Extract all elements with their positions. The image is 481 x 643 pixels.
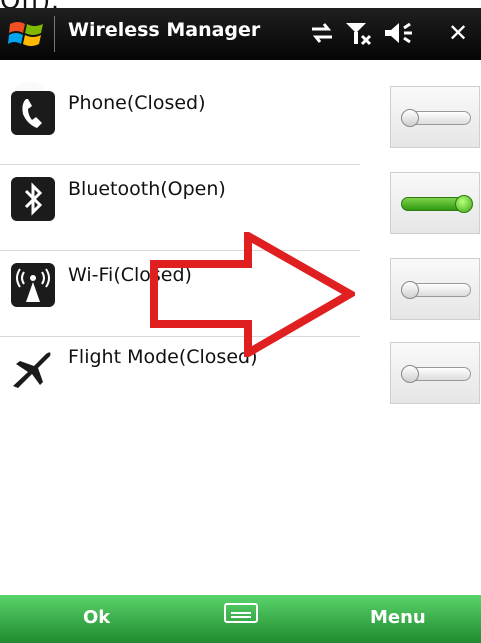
airplane-icon <box>13 352 51 388</box>
bluetooth-icon <box>11 177 55 221</box>
phone-icon <box>11 91 55 135</box>
row-label: Bluetooth(Open) <box>68 178 226 200</box>
list-item-phone: Phone(Closed) <box>0 78 481 164</box>
volume-icon[interactable] <box>382 20 416 46</box>
app-title: Wireless Manager <box>68 19 261 41</box>
annotation-arrow <box>150 232 355 357</box>
flight-mode-toggle[interactable] <box>390 342 480 404</box>
softkey-bar: Ok Menu <box>0 595 481 643</box>
data-connection-icon[interactable] <box>308 20 336 46</box>
bluetooth-toggle[interactable] <box>390 172 480 234</box>
close-icon[interactable]: ✕ <box>448 19 468 47</box>
title-bar: Wireless Manager ✕ <box>0 8 481 60</box>
title-separator <box>54 16 55 52</box>
ok-softkey[interactable]: Ok <box>83 607 110 628</box>
windows-start-icon[interactable] <box>8 18 46 50</box>
no-signal-icon[interactable] <box>344 20 374 46</box>
menu-softkey[interactable]: Menu <box>370 607 426 628</box>
phone-toggle[interactable] <box>390 86 480 148</box>
row-label: Phone(Closed) <box>68 92 206 114</box>
keyboard-icon[interactable] <box>224 603 258 623</box>
wifi-icon <box>11 263 55 307</box>
wifi-toggle[interactable] <box>390 258 480 320</box>
